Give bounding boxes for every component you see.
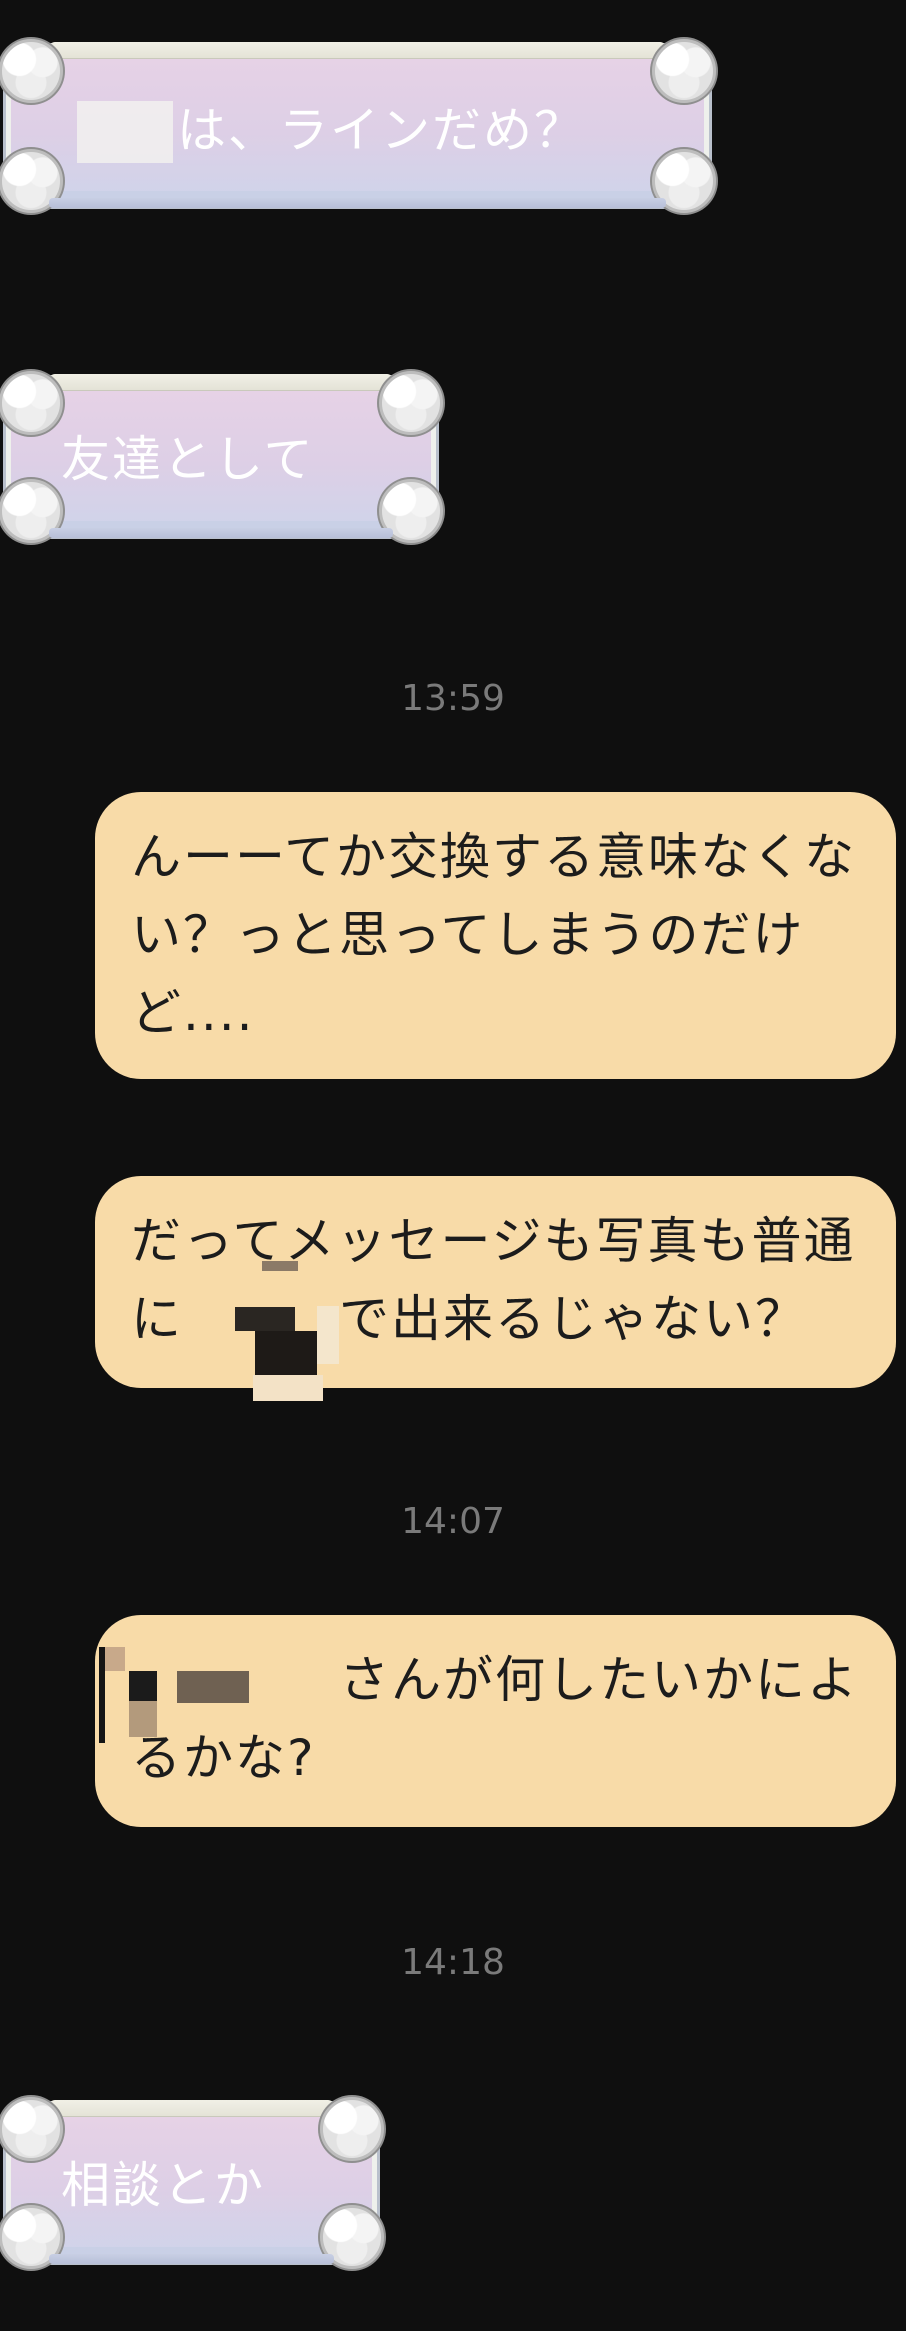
cloud-corner-decoration-icon [379, 371, 443, 435]
redacted-app-name-block [253, 1375, 323, 1401]
cloud-corner-decoration-icon [0, 2205, 63, 2269]
redacted-name-block [177, 1671, 249, 1703]
incoming-message-text: は、ラインだめ？ [177, 102, 586, 159]
incoming-message-bubble[interactable]: 友達として [0, 371, 443, 543]
redacted-app-name-block [235, 1307, 295, 1331]
cloud-corner-decoration-icon [379, 479, 443, 543]
redacted-app-name-block [262, 1261, 298, 1271]
cloud-corner-decoration-icon [320, 2097, 384, 2161]
cloud-corner-decoration-icon [0, 371, 63, 435]
outgoing-message-text: さんが何したいかによるかな? [131, 1651, 859, 1787]
redacted-name-block [129, 1701, 157, 1737]
cloud-corner-decoration-icon [0, 479, 63, 543]
cloud-corner-decoration-icon [652, 39, 716, 103]
outgoing-message-bubble[interactable]: だってメッセージも写真も普通に で出来るじゃない？ [95, 1176, 896, 1401]
cloud-corner-decoration-icon [320, 2205, 384, 2269]
redacted-name-block [129, 1671, 157, 1701]
outgoing-message-bubble[interactable]: んーーてか交換する意味なくない？っと思ってしまうのだけど.... [95, 792, 896, 1079]
incoming-message-text: 友達として [61, 431, 315, 488]
outgoing-message-text: んーーてか交換する意味なくない？っと思ってしまうのだけど.... [131, 828, 856, 1042]
message-timestamp: 13:59 [401, 678, 505, 719]
incoming-message-bubble[interactable]: 相談とか [0, 2097, 384, 2269]
redacted-name-block [77, 101, 173, 163]
incoming-message-text: 相談とか [61, 2157, 266, 2214]
message-timestamp: 14:18 [401, 1942, 505, 1983]
redacted-name-block [105, 1647, 125, 1671]
redacted-app-name-block [317, 1306, 339, 1364]
message-timestamp: 14:07 [401, 1501, 505, 1542]
cloud-corner-decoration-icon [0, 39, 63, 103]
cloud-corner-decoration-icon [0, 149, 63, 213]
redacted-app-name-block [255, 1331, 317, 1375]
cloud-corner-decoration-icon [652, 149, 716, 213]
outgoing-message-bubble[interactable]: さんが何したいかによるかな? [95, 1615, 896, 1827]
cloud-corner-decoration-icon [0, 2097, 63, 2161]
incoming-message-bubble[interactable]: は、ラインだめ？ [0, 39, 716, 213]
outgoing-message-text: だってメッセージも写真も普通に で出来るじゃない？ [131, 1212, 856, 1348]
